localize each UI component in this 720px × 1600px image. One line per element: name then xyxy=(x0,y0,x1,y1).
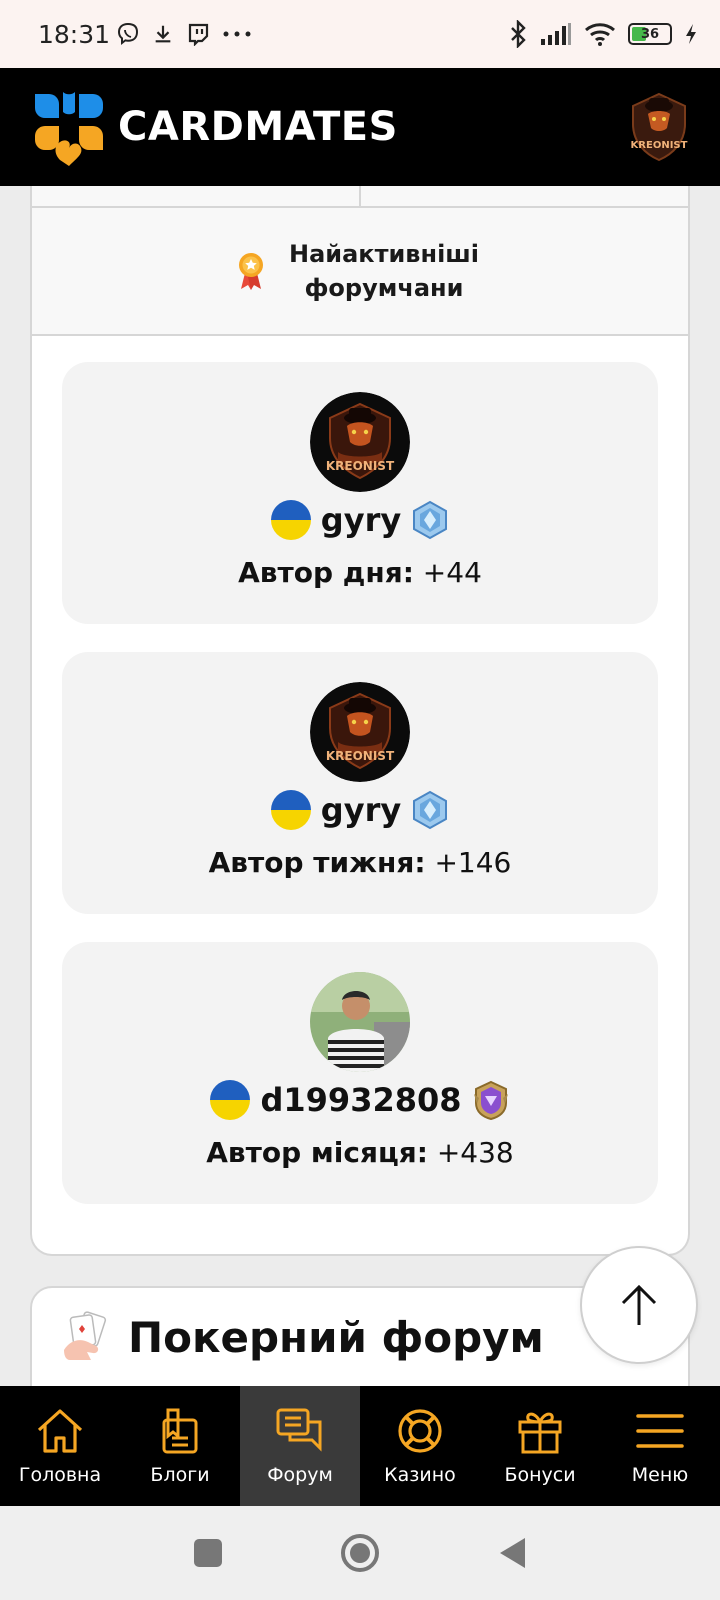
wifi-icon xyxy=(585,23,615,46)
author-stat: Автор тижня: +146 xyxy=(62,846,658,879)
hex-rank-icon xyxy=(413,790,448,830)
profile-avatar[interactable]: KREONIST xyxy=(628,92,690,162)
stat-score: +44 xyxy=(422,556,482,589)
author-name[interactable]: gyry xyxy=(321,791,401,829)
author-name[interactable]: gyry xyxy=(321,501,401,539)
site-header: CARDMATES KREONIST xyxy=(0,68,720,186)
gift-icon xyxy=(518,1412,562,1454)
prev-tab-right[interactable] xyxy=(361,186,688,206)
stat-label: Автор дня: xyxy=(238,556,414,589)
header-avatar-text: KREONIST xyxy=(631,140,688,151)
status-icons-right: 36 xyxy=(510,20,698,48)
nav-item-blogs[interactable]: Блоги xyxy=(120,1386,240,1506)
twitch-icon xyxy=(188,23,209,46)
ukraine-flag-icon xyxy=(270,500,311,540)
section-header: Найактивніші форумчани xyxy=(32,208,688,336)
forum-title[interactable]: Покерний форум xyxy=(128,1310,544,1366)
medal-icon xyxy=(239,253,263,290)
nav-item-home[interactable]: Головна xyxy=(0,1386,120,1506)
hex-rank-icon xyxy=(413,500,448,540)
scroll-to-top-button[interactable] xyxy=(580,1246,698,1364)
download-icon xyxy=(155,25,171,43)
more-dots-icon xyxy=(223,31,251,37)
stat-score: +146 xyxy=(434,846,512,879)
blogs-icon xyxy=(162,1408,198,1454)
previous-tabs-strip xyxy=(32,186,688,208)
recent-apps-button[interactable] xyxy=(188,1533,228,1573)
purple-shield-rank-icon xyxy=(473,1080,508,1120)
author-avatar[interactable]: KREONIST xyxy=(310,392,410,492)
casino-icon xyxy=(398,1409,442,1453)
battery-level: 36 xyxy=(640,26,660,42)
nav-label: Меню xyxy=(631,1464,689,1486)
nav-label: Форум xyxy=(267,1464,333,1486)
status-time: 18:31 xyxy=(38,19,111,49)
arrow-up-icon xyxy=(621,1284,657,1325)
nav-item-casino[interactable]: Казино xyxy=(360,1386,480,1506)
viber-icon xyxy=(118,22,139,46)
avatar-text: KREONIST xyxy=(326,459,395,473)
ukraine-flag-icon xyxy=(270,790,311,830)
author-card-day[interactable]: KREONIST gyry Автор дня: +44 xyxy=(62,362,658,624)
prev-tab-left[interactable] xyxy=(32,186,361,206)
status-icons-left xyxy=(116,22,252,46)
author-stat: Автор місяця: +438 xyxy=(62,1136,658,1169)
nav-label: Головна xyxy=(18,1464,102,1486)
bluetooth-icon xyxy=(511,20,526,48)
system-nav-bar xyxy=(0,1506,720,1600)
back-triangle-icon xyxy=(500,1538,525,1568)
status-bar: 18:31 36 xyxy=(0,0,720,68)
nav-label: Казино xyxy=(384,1464,456,1486)
author-card-month[interactable]: d19932808 Автор місяця: +438 xyxy=(62,942,658,1204)
charging-icon xyxy=(686,24,696,44)
square-icon xyxy=(194,1539,222,1567)
stat-score: +438 xyxy=(436,1136,514,1169)
home-button[interactable] xyxy=(340,1533,380,1573)
author-line: gyry xyxy=(62,500,658,540)
author-stat: Автор дня: +44 xyxy=(62,556,658,589)
brand-name[interactable]: CARDMATES xyxy=(118,104,398,150)
author-name[interactable]: d19932808 xyxy=(260,1081,461,1119)
author-avatar-photo[interactable] xyxy=(310,972,410,1072)
nav-label: Бонуси xyxy=(504,1464,576,1486)
author-line: d19932808 xyxy=(62,1080,658,1120)
author-line: gyry xyxy=(62,790,658,830)
menu-icon xyxy=(636,1414,684,1448)
avatar-text: KREONIST xyxy=(326,749,395,763)
home-icon xyxy=(37,1409,83,1453)
bottom-nav: Головна Блоги Форум Казино Бонуси Меню xyxy=(0,1386,720,1506)
circle-icon xyxy=(341,1534,379,1572)
nav-item-forum[interactable]: Форум xyxy=(240,1386,360,1506)
nav-label: Блоги xyxy=(150,1464,210,1486)
forum-icon xyxy=(276,1408,322,1452)
active-users-card: Найактивніші форумчани KREONIST gyry Авт… xyxy=(30,186,690,1256)
ukraine-flag-icon xyxy=(210,1080,251,1120)
cards-hand-icon xyxy=(64,1311,107,1360)
signal-icon xyxy=(541,23,571,45)
cardmates-logo-icon[interactable] xyxy=(30,88,108,166)
nav-item-bonuses[interactable]: Бонуси xyxy=(480,1386,600,1506)
author-avatar[interactable]: KREONIST xyxy=(310,682,410,782)
stat-label: Автор тижня: xyxy=(208,846,426,879)
author-card-week[interactable]: KREONIST gyry Автор тижня: +146 xyxy=(62,652,658,914)
battery-icon: 36 xyxy=(628,23,672,45)
back-button[interactable] xyxy=(492,1533,532,1573)
section-title: Найактивніші форумчани xyxy=(288,240,480,302)
stat-label: Автор місяця: xyxy=(206,1136,428,1169)
nav-item-menu[interactable]: Меню xyxy=(600,1386,720,1506)
